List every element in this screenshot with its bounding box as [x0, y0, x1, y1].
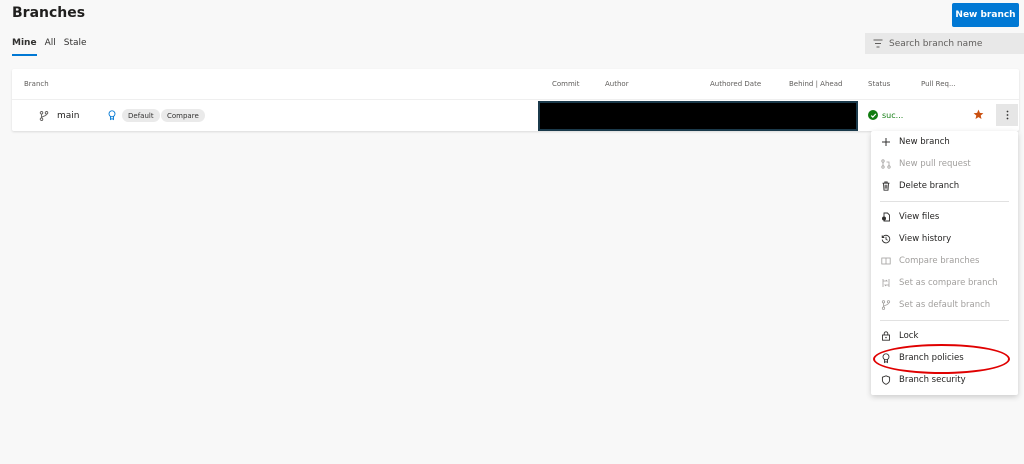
files-icon [880, 211, 892, 223]
branches-table: Branch Commit Author Authored Date Behin… [12, 69, 1019, 131]
lock-icon [880, 330, 892, 342]
column-header-behind-ahead[interactable]: Behind | Ahead [789, 80, 842, 88]
column-header-commit[interactable]: Commit [552, 80, 580, 88]
set-compare-icon [880, 277, 892, 289]
menu-separator [880, 201, 1009, 202]
compare-badge: Compare [161, 109, 205, 122]
filter-icon [873, 39, 883, 48]
menu-item-branch-security[interactable]: Branch security [871, 370, 1018, 390]
new-branch-button[interactable]: New branch [952, 3, 1019, 27]
branch-name-link[interactable]: main [57, 111, 80, 121]
search-box[interactable] [865, 33, 1024, 54]
column-header-branch[interactable]: Branch [24, 80, 49, 88]
compare-icon [880, 255, 892, 267]
tab-mine[interactable]: Mine [12, 38, 37, 56]
menu-separator [880, 320, 1009, 321]
page-title: Branches [12, 5, 86, 21]
history-icon [880, 233, 892, 245]
branch-context-menu: New branch New pull request Delete branc… [871, 131, 1018, 395]
success-check-icon [868, 110, 878, 120]
redacted-region [538, 101, 858, 131]
menu-item-delete-branch[interactable]: Delete branch [871, 176, 1018, 196]
shield-icon [880, 374, 892, 386]
column-header-status[interactable]: Status [868, 80, 890, 88]
policy-icon [880, 352, 892, 364]
branch-icon [880, 299, 892, 311]
policy-icon [108, 110, 116, 121]
pull-request-icon [880, 158, 892, 170]
menu-item-new-branch[interactable]: New branch [871, 132, 1018, 152]
default-badge: Default [122, 109, 160, 122]
menu-item-view-files[interactable]: View files [871, 207, 1018, 227]
menu-item-new-pull-request[interactable]: New pull request [871, 154, 1018, 174]
tab-bar: Mine All Stale [12, 38, 87, 56]
plus-icon [880, 136, 892, 148]
column-header-pull-request[interactable]: Pull Req... [921, 80, 956, 88]
status-text[interactable]: suc... [882, 111, 903, 120]
star-icon[interactable] [973, 109, 984, 120]
trash-icon [880, 180, 892, 192]
menu-item-branch-policies[interactable]: Branch policies [871, 348, 1018, 368]
tab-stale[interactable]: Stale [64, 38, 87, 54]
menu-item-view-history[interactable]: View history [871, 229, 1018, 249]
menu-item-set-as-default-branch[interactable]: Set as default branch [871, 295, 1018, 315]
table-row[interactable]: main Default Compare suc... [12, 99, 1019, 131]
column-header-authored-date[interactable]: Authored Date [710, 80, 761, 88]
tab-all[interactable]: All [45, 38, 56, 54]
more-vertical-icon [1006, 110, 1008, 120]
menu-item-set-as-compare-branch[interactable]: Set as compare branch [871, 273, 1018, 293]
menu-item-compare-branches[interactable]: Compare branches [871, 251, 1018, 271]
more-actions-button[interactable] [996, 104, 1018, 126]
branch-icon [39, 111, 49, 121]
search-input[interactable] [889, 38, 1009, 49]
menu-item-lock[interactable]: Lock [871, 326, 1018, 346]
column-header-author[interactable]: Author [605, 80, 629, 88]
